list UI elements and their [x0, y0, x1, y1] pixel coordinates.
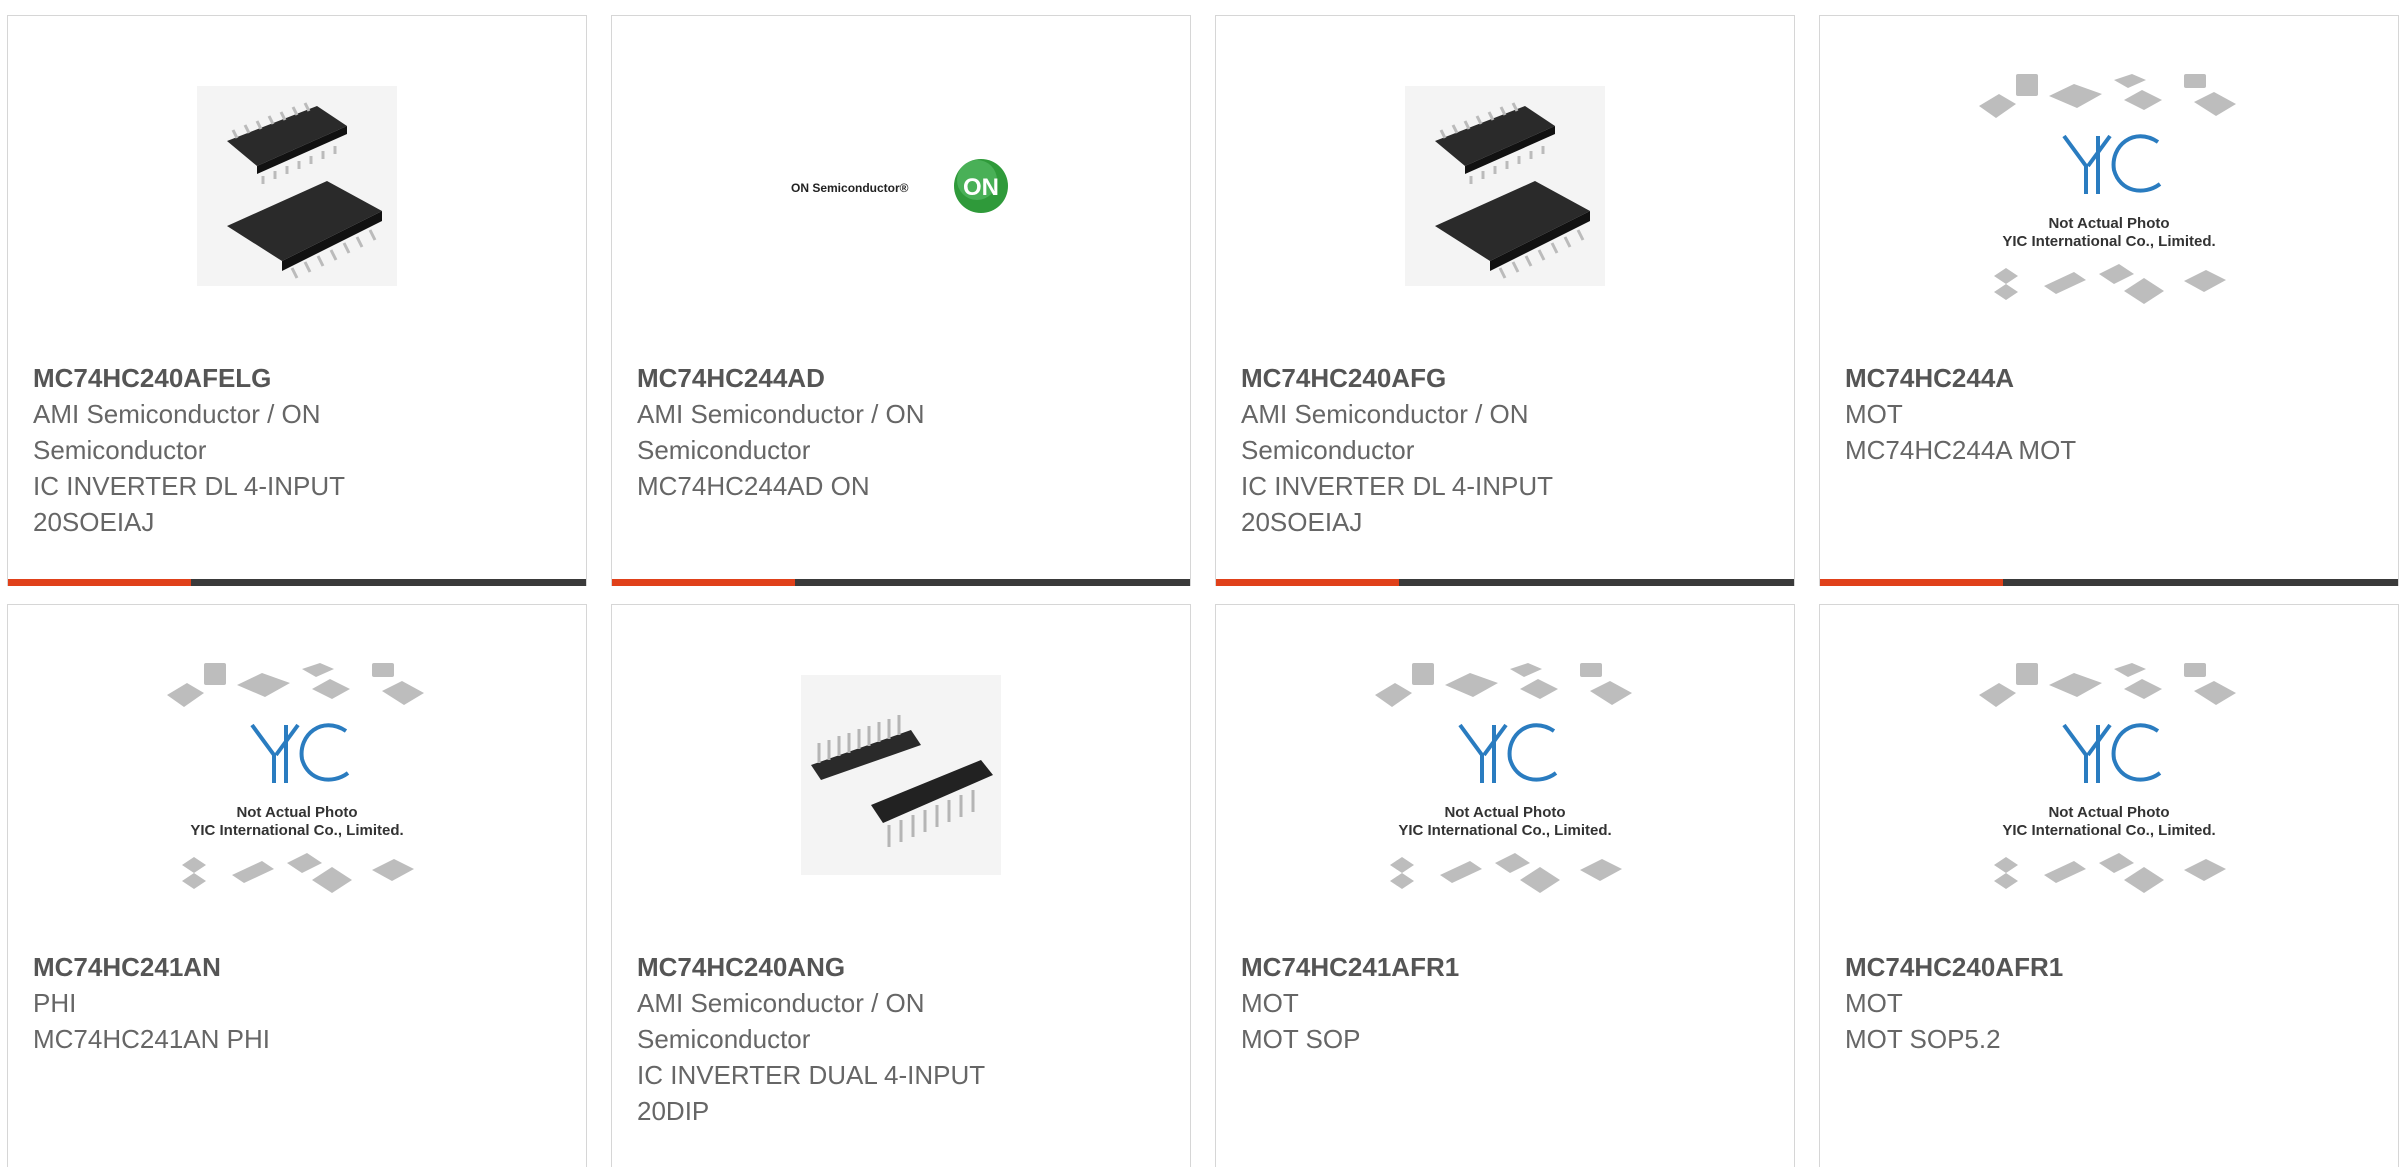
card-accent-bar	[1820, 579, 2398, 586]
placeholder-note: Not Actual Photo	[236, 804, 357, 821]
card-accent-bar	[1216, 579, 1794, 586]
description-line: 20SOEIAJ	[33, 507, 155, 537]
logo-text: ON Semiconductor®	[791, 181, 909, 195]
placeholder-company: YIC International Co., Limited.	[2002, 822, 2215, 839]
part-number[interactable]: MC74HC240ANG	[637, 949, 1165, 985]
description-line: Semiconductor	[637, 1024, 811, 1054]
description-line: MOT SOP5.2	[1845, 1024, 2001, 1054]
product-image[interactable]	[1216, 16, 1794, 356]
manufacturer: MOT	[1845, 988, 1903, 1018]
placeholder-note: Not Actual Photo	[2048, 804, 2169, 821]
placeholder-company: YIC International Co., Limited.	[2002, 233, 2215, 250]
manufacturer: AMI Semiconductor / ON	[1241, 399, 1529, 429]
part-number[interactable]: MC74HC240AFG	[1241, 360, 1769, 396]
yic-placeholder-icon: Not Actual Photo YIC International Co., …	[167, 663, 424, 893]
product-card[interactable]: Not Actual Photo YIC International Co., …	[1819, 604, 2399, 1167]
manufacturer: AMI Semiconductor / ON	[33, 399, 321, 429]
on-semiconductor-logo-icon: ON Semiconductor® ON	[791, 159, 1008, 213]
manufacturer: MOT	[1241, 988, 1299, 1018]
manufacturer: AMI Semiconductor / ON	[637, 988, 925, 1018]
product-card[interactable]: MC74HC240AFELG AMI Semiconductor / ON Se…	[7, 15, 587, 586]
product-image[interactable]	[612, 605, 1190, 945]
product-image[interactable]: Not Actual Photo YIC International Co., …	[8, 605, 586, 945]
manufacturer: MOT	[1845, 399, 1903, 429]
description-line: IC INVERTER DL 4-INPUT	[1241, 471, 1554, 501]
manufacturer: AMI Semiconductor / ON	[637, 399, 925, 429]
part-number[interactable]: MC74HC244A	[1845, 360, 2373, 396]
dip-chip-photo-icon	[801, 675, 1001, 875]
part-number[interactable]: MC74HC240AFELG	[33, 360, 561, 396]
placeholder-company: YIC International Co., Limited.	[190, 822, 403, 839]
description-line: Semiconductor	[33, 435, 207, 465]
product-card[interactable]: Not Actual Photo YIC International Co., …	[1215, 604, 1795, 1167]
placeholder-company: YIC International Co., Limited.	[1398, 822, 1611, 839]
product-image[interactable]	[8, 16, 586, 356]
part-number[interactable]: MC74HC241AFR1	[1241, 949, 1769, 985]
description-line: MC74HC244A MOT	[1845, 435, 2077, 465]
product-grid: MC74HC240AFELG AMI Semiconductor / ON Se…	[0, 0, 2400, 1167]
product-image[interactable]: Not Actual Photo YIC International Co., …	[1820, 605, 2398, 945]
description-line: MOT SOP	[1241, 1024, 1361, 1054]
part-number[interactable]: MC74HC240AFR1	[1845, 949, 2373, 985]
logo-badge: ON	[963, 174, 999, 201]
yic-placeholder-icon: Not Actual Photo YIC International Co., …	[1979, 663, 2236, 893]
product-image[interactable]: ON Semiconductor® ON	[612, 16, 1190, 356]
product-card[interactable]: ON Semiconductor® ON MC74HC244AD AMI Sem…	[611, 15, 1191, 586]
product-image[interactable]: Not Actual Photo YIC International Co., …	[1820, 16, 2398, 356]
description-line: Semiconductor	[1241, 435, 1415, 465]
description-line: 20DIP	[637, 1096, 710, 1126]
placeholder-note: Not Actual Photo	[1444, 804, 1565, 821]
product-card[interactable]: Not Actual Photo YIC International Co., …	[1819, 15, 2399, 586]
description-line: IC INVERTER DL 4-INPUT	[33, 471, 346, 501]
card-accent-bar	[612, 579, 1190, 586]
soic-chip-photo-icon	[1405, 86, 1605, 286]
soic-chip-photo-icon	[197, 86, 397, 286]
description-line: MC74HC241AN PHI	[33, 1024, 270, 1054]
description-line: Semiconductor	[637, 435, 811, 465]
description-line: MC74HC244AD ON	[637, 471, 870, 501]
product-card[interactable]: MC74HC240ANG AMI Semiconductor / ON Semi…	[611, 604, 1191, 1167]
manufacturer: PHI	[33, 988, 77, 1018]
yic-placeholder-icon: Not Actual Photo YIC International Co., …	[1979, 74, 2236, 304]
part-number[interactable]: MC74HC241AN	[33, 949, 561, 985]
product-image[interactable]: Not Actual Photo YIC International Co., …	[1216, 605, 1794, 945]
card-accent-bar	[8, 579, 586, 586]
product-card[interactable]: Not Actual Photo YIC International Co., …	[7, 604, 587, 1167]
placeholder-note: Not Actual Photo	[2048, 215, 2169, 232]
product-card[interactable]: MC74HC240AFG AMI Semiconductor / ON Semi…	[1215, 15, 1795, 586]
part-number[interactable]: MC74HC244AD	[637, 360, 1165, 396]
yic-placeholder-icon: Not Actual Photo YIC International Co., …	[1375, 663, 1632, 893]
description-line: IC INVERTER DUAL 4-INPUT	[637, 1060, 986, 1090]
description-line: 20SOEIAJ	[1241, 507, 1363, 537]
